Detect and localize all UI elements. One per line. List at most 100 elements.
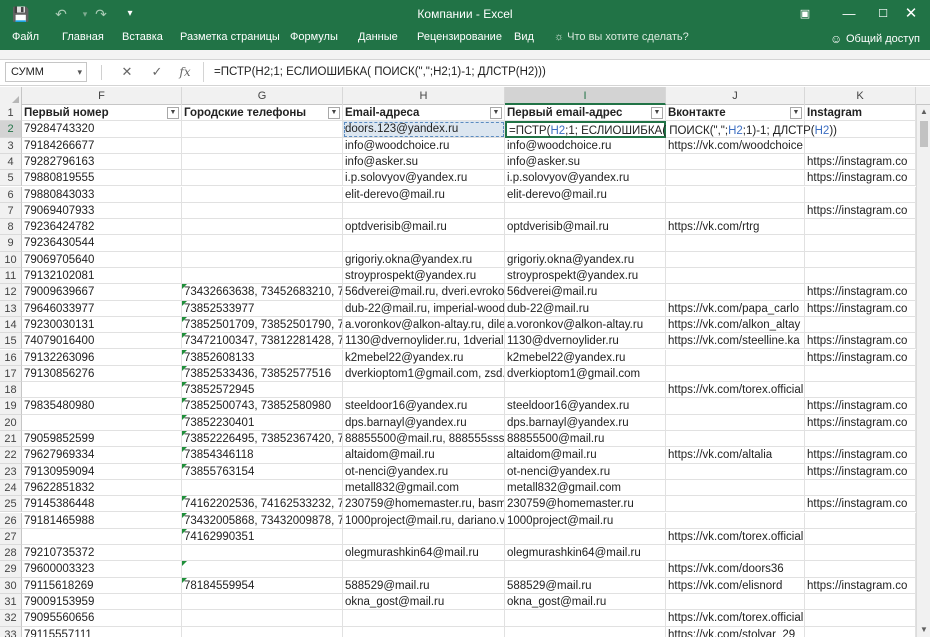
row-number[interactable]: 24 (0, 479, 22, 497)
cell-j23[interactable] (666, 463, 805, 480)
cell-g10[interactable] (182, 251, 343, 268)
cell-i31[interactable]: okna_gost@mail.ru (505, 594, 666, 611)
cell-k29[interactable] (805, 561, 916, 578)
cell-f27[interactable] (22, 528, 182, 546)
cell-i7[interactable] (505, 202, 666, 220)
cell-f16[interactable]: 79132263096 (22, 349, 182, 366)
cell-f6[interactable]: 79880843033 (22, 186, 182, 203)
row-number[interactable]: 23 (0, 463, 22, 480)
cell-k10[interactable] (805, 251, 916, 268)
cell-f4[interactable]: 79282796163 (22, 153, 182, 171)
cell-h10[interactable]: grigoriy.okna@yandex.ru (343, 251, 505, 268)
header-cell-k[interactable]: Instagram (805, 105, 916, 122)
cell-i29[interactable] (505, 561, 666, 578)
cell-j27[interactable]: https://vk.com/torex.official (666, 528, 805, 546)
row-number[interactable]: 27 (0, 528, 22, 546)
cell-h27[interactable] (343, 528, 505, 546)
cell-h32[interactable] (343, 610, 505, 627)
cell-j26[interactable] (666, 512, 805, 529)
cell-i27[interactable] (505, 528, 666, 546)
formula-input[interactable]: =ПСТР(H2;1; ЕСЛИОШИБКА( ПОИСК(",";H2;1)-… (203, 62, 925, 82)
cell-k7[interactable]: https://instagram.co (805, 202, 916, 220)
cell-k16[interactable]: https://instagram.co (805, 349, 916, 366)
row-number[interactable]: 2 (0, 121, 22, 138)
cell-j8[interactable]: https://vk.com/rtrg (666, 219, 805, 236)
cell-k28[interactable] (805, 545, 916, 562)
cell-f7[interactable]: 79069407933 (22, 202, 182, 220)
cell-i18[interactable] (505, 382, 666, 399)
cell-f22[interactable]: 79627969334 (22, 447, 182, 464)
cell-f21[interactable]: 79059852599 (22, 431, 182, 448)
cell-k4[interactable]: https://instagram.co (805, 153, 916, 171)
cell-g30[interactable]: 78184559954 (182, 577, 343, 594)
cell-h28[interactable]: olegmurashkin64@mail.ru (343, 545, 505, 562)
cell-f8[interactable]: 79236424782 (22, 219, 182, 236)
column-header-i[interactable]: I (505, 87, 666, 105)
cell-g4[interactable] (182, 153, 343, 171)
cell-k3[interactable] (805, 137, 916, 154)
cell-j30[interactable]: https://vk.com/elisnord (666, 577, 805, 594)
row-number[interactable]: 32 (0, 610, 22, 627)
cell-g29[interactable] (182, 561, 343, 578)
cell-i14[interactable]: a.voronkov@alkon-altay.ru (505, 316, 666, 334)
cell-j28[interactable] (666, 545, 805, 562)
cell-k26[interactable] (805, 512, 916, 529)
column-header-g[interactable]: G (182, 87, 343, 105)
cell-h22[interactable]: altaidom@mail.ru (343, 447, 505, 464)
cell-h29[interactable] (343, 561, 505, 578)
row-number[interactable]: 14 (0, 316, 22, 334)
cell-g33[interactable] (182, 626, 343, 637)
row-number[interactable]: 15 (0, 333, 22, 350)
name-box[interactable]: СУММ ▾ (5, 62, 87, 82)
cell-k33[interactable] (805, 626, 916, 637)
cell-g18[interactable]: 73852572945 (182, 382, 343, 399)
cell-h7[interactable] (343, 202, 505, 220)
cell-h4[interactable]: info@asker.su (343, 153, 505, 171)
cell-j3[interactable]: https://vk.com/woodchoice (666, 137, 805, 154)
cell-j22[interactable]: https://vk.com/altalia (666, 447, 805, 464)
column-header-h[interactable]: H (343, 87, 505, 105)
cell-g15[interactable]: 73472100347, 73812281428, 7381 (182, 333, 343, 350)
cell-i6[interactable]: elit-derevo@mail.ru (505, 186, 666, 203)
cell-i19[interactable]: steeldoor16@yandex.ru (505, 398, 666, 415)
cancel-icon[interactable]: ✕ (116, 63, 138, 81)
close-button[interactable]: ✕ (888, 0, 930, 28)
cell-g7[interactable] (182, 202, 343, 220)
cell-f20[interactable] (22, 414, 182, 431)
cell-h24[interactable]: metall832@gmail.com (343, 479, 505, 497)
cell-f18[interactable] (22, 382, 182, 399)
enter-icon[interactable]: ✓ (146, 63, 168, 81)
row-number[interactable]: 26 (0, 512, 22, 529)
cell-k24[interactable] (805, 479, 916, 497)
cell-j14[interactable]: https://vk.com/alkon_altay (666, 316, 805, 334)
cell-f15[interactable]: 74079016400 (22, 333, 182, 350)
cell-k6[interactable] (805, 186, 916, 203)
cell-f11[interactable]: 79132102081 (22, 268, 182, 285)
row-number[interactable]: 1 (0, 105, 22, 122)
cell-f5[interactable]: 79880819555 (22, 170, 182, 187)
cell-i11[interactable]: stroyprospekt@yandex.ru (505, 268, 666, 285)
cell-h3[interactable]: info@woodchoice.ru (343, 137, 505, 154)
cell-j9[interactable] (666, 235, 805, 252)
cell-i21[interactable]: 88855500@mail.ru (505, 431, 666, 448)
cell-j19[interactable] (666, 398, 805, 415)
cell-h17[interactable]: dverkioptom1@gmail.com, zsd. (343, 365, 505, 383)
cell-f13[interactable]: 79646033977 (22, 300, 182, 317)
cell-g8[interactable] (182, 219, 343, 236)
header-cell-j[interactable]: Вконтакте ▼ (666, 105, 805, 122)
cell-h21[interactable]: 88855500@mail.ru, 888555sss@ (343, 431, 505, 448)
cell-h19[interactable]: steeldoor16@yandex.ru (343, 398, 505, 415)
select-all-corner[interactable] (0, 87, 22, 105)
cell-h2[interactable]: doors.123@yandex.ru (343, 121, 505, 138)
cell-k9[interactable] (805, 235, 916, 252)
cell-g20[interactable]: 73852230401 (182, 414, 343, 431)
share-button[interactable]: ☺ Общий доступ (826, 28, 922, 50)
vertical-scrollbar[interactable]: ▲ ▼ (916, 105, 930, 637)
cell-g17[interactable]: 73852533436, 73852577516 (182, 365, 343, 383)
row-number[interactable]: 21 (0, 431, 22, 448)
cell-i20[interactable]: dps.barnayl@yandex.ru (505, 414, 666, 431)
row-number[interactable]: 10 (0, 251, 22, 268)
cell-g13[interactable]: 73852533977 (182, 300, 343, 317)
cell-h8[interactable]: optdverisib@mail.ru (343, 219, 505, 236)
cell-k19[interactable]: https://instagram.co (805, 398, 916, 415)
